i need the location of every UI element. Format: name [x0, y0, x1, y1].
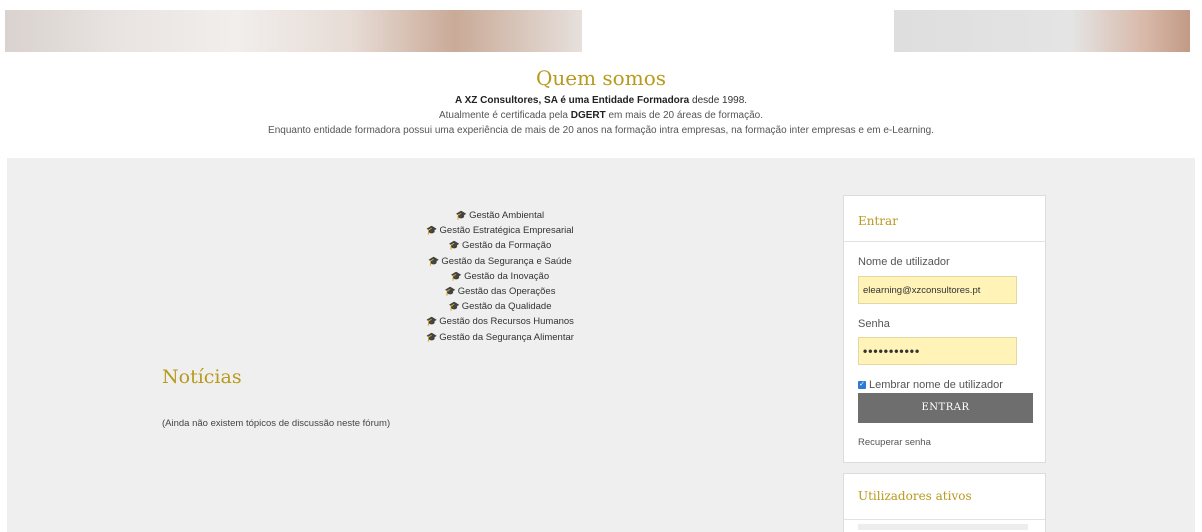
about-line-2-post: em mais de 20 áreas de formação.	[605, 110, 764, 121]
graduation-cap-icon: 🎓	[448, 240, 460, 251]
about-line-1-rest: desde 1998.	[689, 95, 748, 106]
news-empty-message: (Ainda não existem tópicos de discussão …	[162, 418, 391, 429]
login-block-title: Entrar	[844, 196, 1045, 242]
login-block: Entrar Nome de utilizador elearning@xzco…	[843, 195, 1046, 463]
graduation-cap-icon: 🎓	[450, 270, 463, 281]
course-item-label: Gestão da Formação	[461, 240, 552, 252]
course-item-label: Gestão das Operações	[457, 286, 556, 298]
about-line-2: Atualmente é certificada pela DGERT em m…	[0, 108, 1202, 123]
course-item[interactable]: 🎓 Gestão das Operações	[330, 284, 670, 299]
course-item-label: Gestão dos Recursos Humanos	[439, 316, 574, 328]
graduation-cap-icon: 🎓	[455, 210, 468, 220]
active-users-content	[858, 524, 1028, 530]
checkbox-checked-icon[interactable]: ✓	[858, 381, 866, 390]
course-item[interactable]: 🎓 Gestão dos Recursos Humanos	[330, 314, 670, 329]
course-item[interactable]: 🎓 Gestão Ambiental	[330, 208, 670, 223]
about-line-2-bold: DGERT	[570, 110, 606, 121]
about-section: Quem somos A XZ Consultores, SA é uma En…	[0, 66, 1202, 138]
course-list: 🎓 Gestão Ambiental 🎓 Gestão Estratégica Emp…	[330, 208, 670, 345]
graduation-cap-icon: 🎓	[426, 331, 438, 342]
course-item[interactable]: 🎓 Gestão Estratégica Empresarial	[330, 223, 670, 238]
graduation-cap-icon: 🎓	[426, 316, 438, 327]
about-title: Quem somos	[535, 66, 666, 90]
graduation-cap-icon: 🎓	[444, 286, 456, 297]
course-item[interactable]: 🎓 Gestão da Segurança Alimentar	[330, 330, 670, 345]
course-item-label: Gestão Ambiental	[469, 210, 545, 221]
course-item-label: Gestão da Segurança Alimentar	[439, 331, 574, 343]
course-item-label: Gestão Estratégica Empresarial	[439, 225, 574, 237]
course-item[interactable]: 🎓 Gestão da Inovação	[330, 269, 670, 284]
about-line-1: A XZ Consultores, SA é uma Entidade Form…	[0, 93, 1202, 108]
course-item-label: Gestão da Inovação	[464, 270, 550, 282]
course-item[interactable]: 🎓 Gestão da Segurança e Saúde	[330, 254, 670, 269]
graduation-cap-icon: 🎓	[428, 255, 440, 266]
username-input[interactable]: elearning@xzconsultores.pt	[858, 276, 1017, 304]
remember-username-label: Lembrar nome de utilizador	[869, 379, 1003, 391]
hero-image-right	[894, 10, 1190, 52]
active-users-title: Utilizadores ativos	[844, 474, 1045, 520]
about-line-1-bold: A XZ Consultores, SA é uma Entidade Form…	[454, 95, 690, 106]
active-users-block: Utilizadores ativos	[843, 473, 1046, 532]
news-title: Notícias	[162, 366, 242, 388]
hero-image-left	[5, 10, 582, 52]
course-item-label: Gestão da Segurança e Saúde	[441, 255, 572, 267]
about-line-3: Enquanto entidade formadora possui uma e…	[268, 125, 934, 136]
hero-banner	[0, 0, 1202, 52]
course-item-label: Gestão da Qualidade	[461, 301, 552, 313]
username-label: Nome de utilizador	[858, 256, 950, 268]
graduation-cap-icon: 🎓	[448, 301, 460, 312]
password-label: Senha	[858, 318, 890, 330]
about-line-2-pre: Atualmente é certificada pela	[438, 110, 571, 121]
remember-username[interactable]: ✓ Lembrar nome de utilizador	[858, 379, 1003, 391]
course-item[interactable]: 🎓 Gestão da Formação	[330, 238, 670, 253]
password-input[interactable]: •••••••••••	[858, 337, 1017, 365]
course-item[interactable]: 🎓 Gestão da Qualidade	[330, 299, 670, 314]
recover-password-link[interactable]: Recuperar senha	[858, 437, 931, 448]
login-button[interactable]: ENTRAR	[858, 393, 1033, 423]
graduation-cap-icon: 🎓	[426, 225, 438, 236]
